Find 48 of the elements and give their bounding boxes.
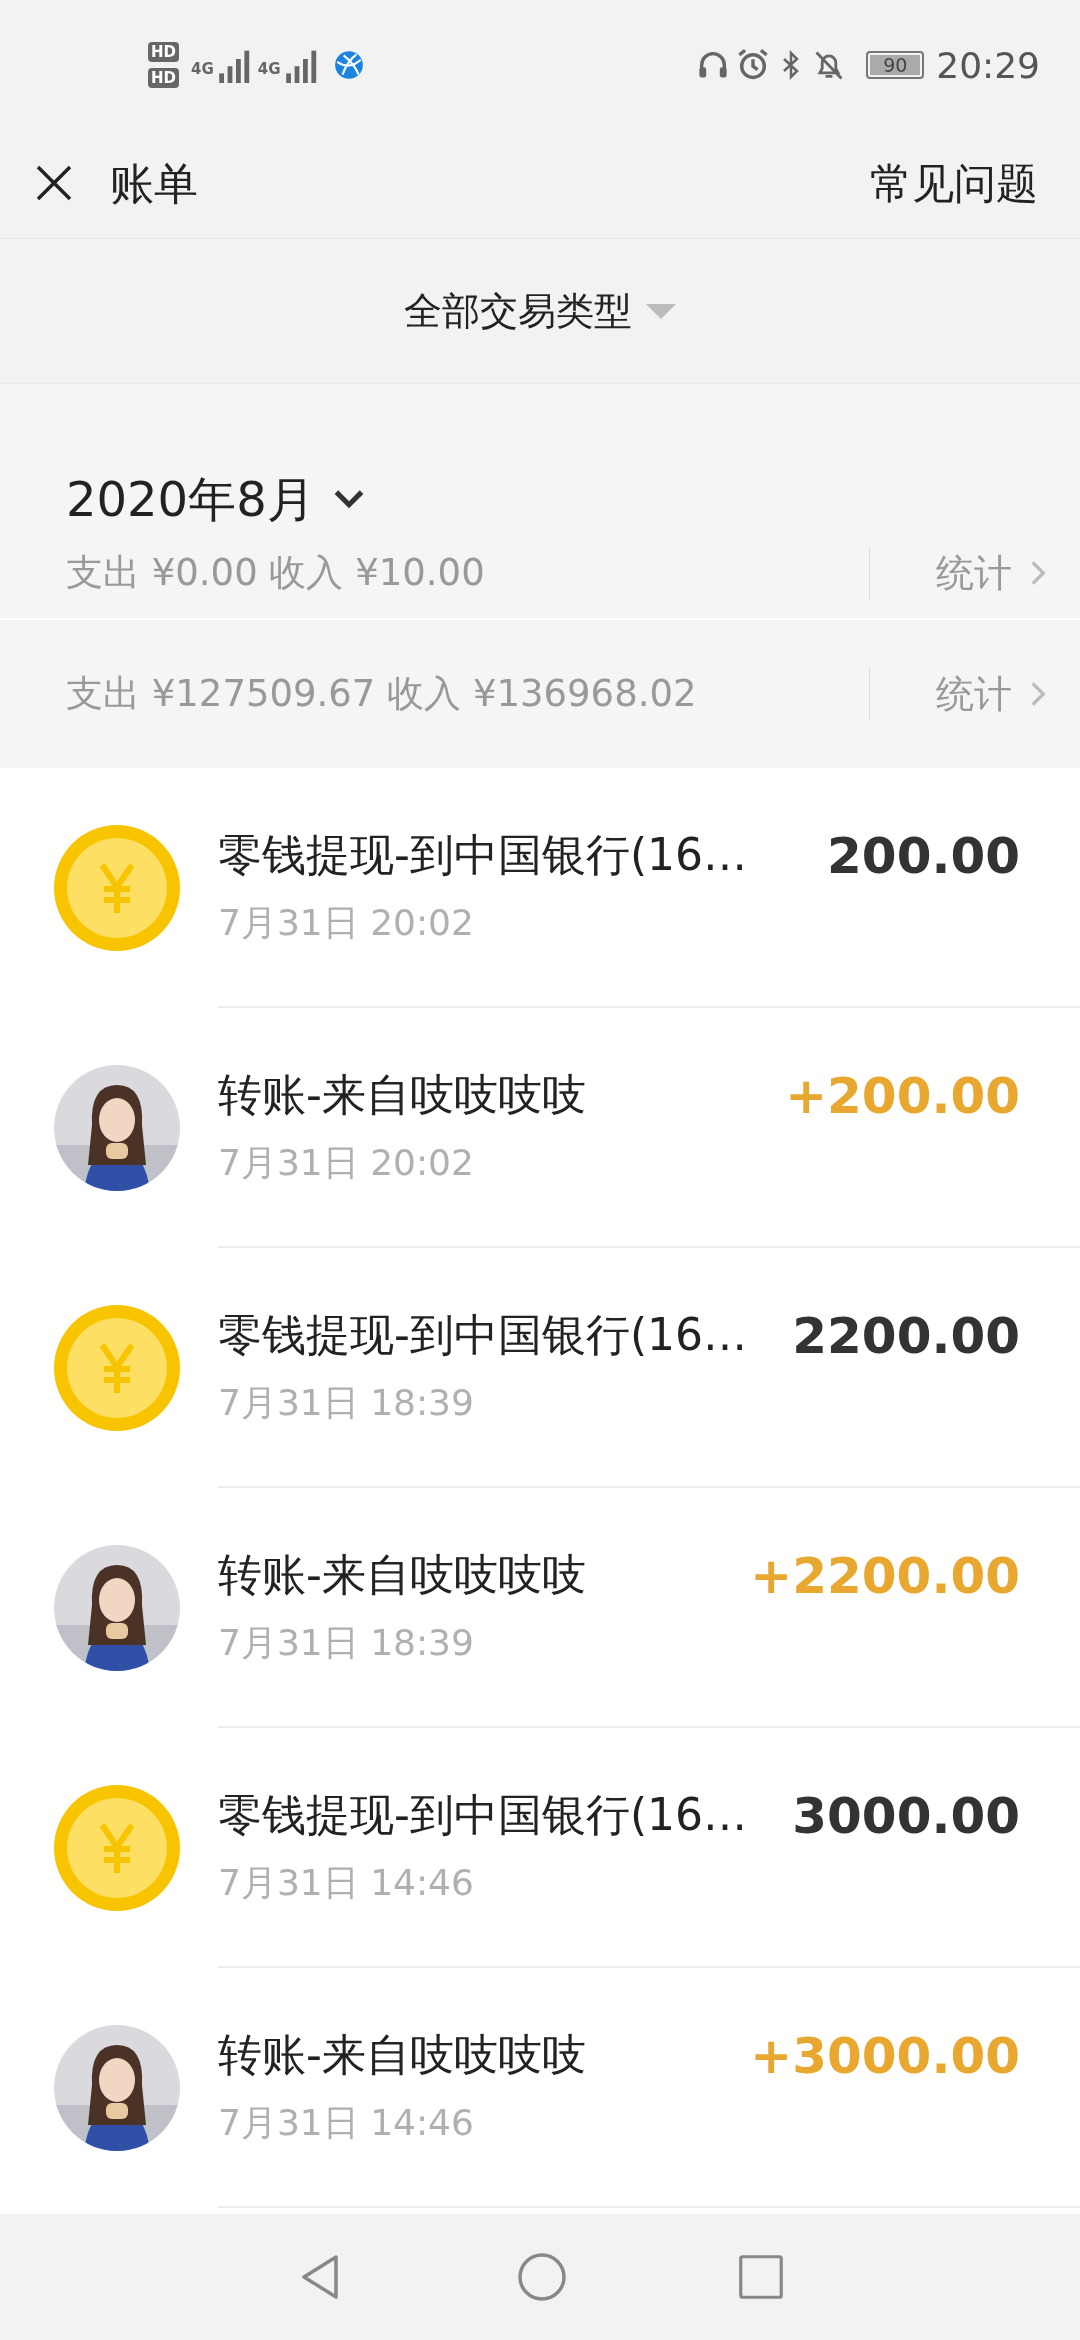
transaction-amount: 200.00: [827, 826, 1020, 885]
transaction-amount: +3000.00: [750, 2026, 1020, 2085]
network-label: 4G: [191, 60, 214, 78]
page-title: 账单: [110, 156, 198, 211]
chevron-right-icon: [1030, 559, 1046, 587]
network-label: 4G: [257, 60, 281, 78]
transaction-title: 转账-来自吱吱吱吱: [218, 1548, 586, 1602]
alarm-icon: [736, 48, 771, 82]
month-selector[interactable]: 2020年8月: [66, 468, 1046, 532]
transaction-row[interactable]: 零钱提现-到中国银行(16… 2200.00 7月31日 18:39: [0, 1248, 1080, 1488]
transaction-row[interactable]: 零钱提现-到中国银行(16… 3000.00 7月31日 14:46: [0, 1728, 1080, 1968]
transaction-time: 7月31日 18:39: [218, 1621, 475, 1665]
globe-icon: [332, 49, 365, 81]
coin-icon: [54, 825, 180, 951]
transaction-row[interactable]: 零钱提现-到中国银行(16… 200.00 7月31日 20:02: [0, 768, 1080, 1008]
month-summary: 支出 ¥0.00 收入 ¥10.00: [66, 550, 486, 596]
faq-link[interactable]: 常见问题: [870, 156, 1038, 212]
transaction-time: 7月31日 20:02: [218, 1141, 475, 1185]
transaction-time: 7月31日 18:39: [218, 1381, 475, 1425]
transaction-type-filter[interactable]: 全部交易类型: [404, 285, 676, 337]
transaction-amount: +2200.00: [750, 1546, 1020, 1605]
transaction-title: 转账-来自吱吱吱吱: [218, 1068, 586, 1122]
transaction-amount: 3000.00: [792, 1786, 1020, 1845]
transaction-row[interactable]: 转账-来自吱吱吱吱 +2200.00 7月31日 18:39: [0, 1488, 1080, 1728]
chevron-right-icon: [1030, 680, 1046, 708]
dropdown-triangle-icon: [646, 303, 676, 319]
transaction-title: 零钱提现-到中国银行(16…: [218, 1788, 748, 1842]
sim-label: HD: [148, 42, 179, 62]
close-icon: [34, 163, 74, 203]
transaction-amount: 2200.00: [792, 1306, 1020, 1365]
transaction-row[interactable]: 转账-来自吱吱吱吱 +200.00 7月31日 20:02: [0, 1008, 1080, 1248]
chevron-down-icon: [332, 489, 365, 511]
transaction-title: 转账-来自吱吱吱吱: [218, 2028, 586, 2082]
transaction-row[interactable]: 转账-来自吱吱吱吱 +3000.00 7月31日 14:46: [0, 1968, 1080, 2208]
transaction-title: 零钱提现-到中国银行(16…: [218, 828, 748, 882]
transaction-time: 7月31日 14:46: [218, 1861, 475, 1905]
transaction-amount: +200.00: [785, 1066, 1020, 1125]
home-icon[interactable]: [517, 2252, 567, 2302]
sim-label: HD: [148, 68, 179, 88]
coin-icon: [54, 1785, 180, 1911]
transaction-title: 零钱提现-到中国银行(16…: [218, 1308, 748, 1362]
transaction-time: 7月31日 14:46: [218, 2101, 475, 2145]
status-time: 20:29: [936, 44, 1040, 86]
coin-icon: [54, 1305, 180, 1431]
transaction-time: 7月31日 20:02: [218, 901, 475, 945]
month-summary: 支出 ¥127509.67 收入 ¥136968.02: [66, 671, 698, 717]
battery-level: 90: [870, 55, 921, 75]
recents-icon[interactable]: [738, 2254, 785, 2300]
